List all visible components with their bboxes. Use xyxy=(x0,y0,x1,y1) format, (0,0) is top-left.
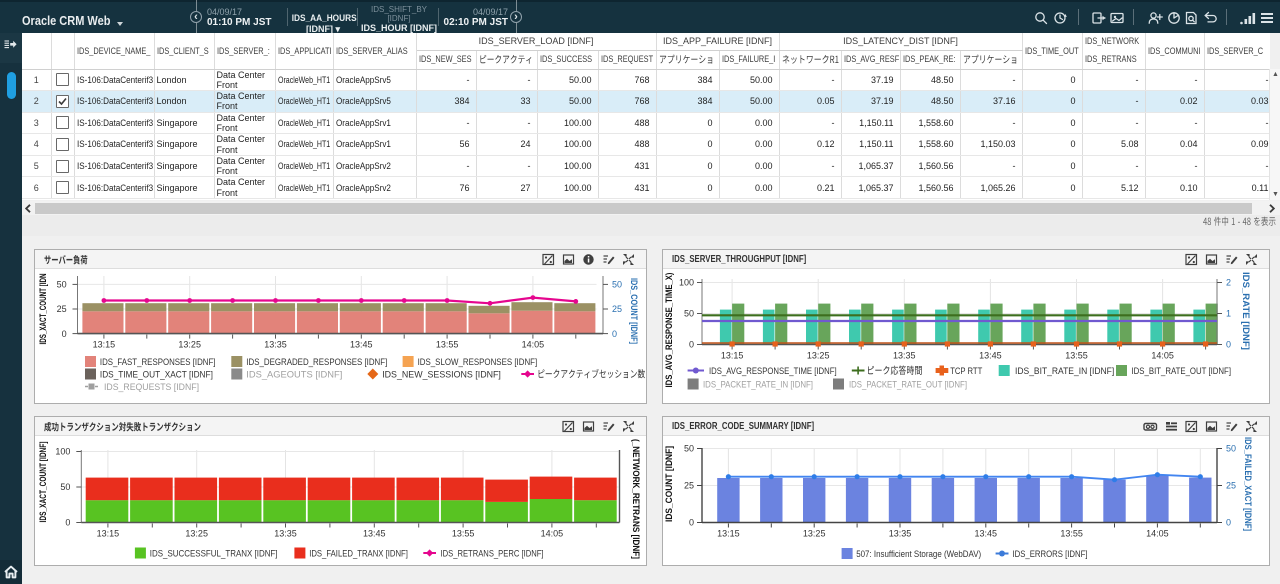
svg-text:13:55: 13:55 xyxy=(436,340,459,350)
svg-text:IDS_RATE [IDNF]: IDS_RATE [IDNF] xyxy=(1240,272,1251,350)
svg-text:14:05: 14:05 xyxy=(1146,529,1169,539)
svg-text:0: 0 xyxy=(1226,518,1231,528)
svg-text:13:45: 13:45 xyxy=(975,529,998,539)
svg-text:IDS_AVG_RESPONSE_TIME_X): IDS_AVG_RESPONSE_TIME_X) xyxy=(664,273,675,388)
svg-text:13:35: 13:35 xyxy=(893,351,916,361)
svg-text:IDS_RETRANS_PERC [IDNF]: IDS_RETRANS_PERC [IDNF] xyxy=(441,549,544,560)
svg-text:13:45: 13:45 xyxy=(363,529,386,539)
svg-text:13:25: 13:25 xyxy=(807,351,830,361)
svg-text:13:35: 13:35 xyxy=(264,340,287,350)
svg-text:IDS_DEGRADED_RESPONSES [IDNF]: IDS_DEGRADED_RESPONSES [IDNF] xyxy=(246,357,387,368)
svg-text:IDS_XACT_COUNT [IDN: IDS_XACT_COUNT [IDN xyxy=(38,273,49,344)
svg-text:IDS_TIME_OUT_XACT [IDNF]: IDS_TIME_OUT_XACT [IDNF] xyxy=(100,370,213,381)
svg-text:50: 50 xyxy=(57,280,67,290)
svg-text:IDS_AVG_RESPONSE_TIME [IDNF]: IDS_AVG_RESPONSE_TIME [IDNF] xyxy=(709,366,837,377)
svg-text:IDS_COUNT [IDNF]: IDS_COUNT [IDNF] xyxy=(628,278,639,344)
svg-text:IDS_FAST_RESPONSES [IDNF]: IDS_FAST_RESPONSES [IDNF] xyxy=(100,357,216,368)
svg-text:100: 100 xyxy=(55,447,70,457)
svg-text:13:15: 13:15 xyxy=(97,529,120,539)
svg-text:13:35: 13:35 xyxy=(889,529,912,539)
svg-text:100: 100 xyxy=(679,278,694,288)
svg-text:IDS_PACKET_RATE_OUT [IDNF]: IDS_PACKET_RATE_OUT [IDNF] xyxy=(849,380,967,391)
svg-text:0: 0 xyxy=(1226,340,1231,350)
svg-text:13:35: 13:35 xyxy=(274,529,297,539)
svg-text:13:45: 13:45 xyxy=(350,340,373,350)
svg-text:25: 25 xyxy=(57,304,67,314)
svg-text:13:55: 13:55 xyxy=(1060,529,1083,539)
svg-text:25: 25 xyxy=(612,304,622,314)
svg-text:IDS_NEW_SESSIONS [IDNF]: IDS_NEW_SESSIONS [IDNF] xyxy=(382,370,501,381)
svg-text:IDS_AGEOUTS [IDNF]: IDS_AGEOUTS [IDNF] xyxy=(246,370,342,381)
svg-text:50: 50 xyxy=(684,309,694,319)
svg-text:507: Insufficient Storage (Web: 507: Insufficient Storage (WebDAV) xyxy=(856,549,981,560)
svg-text:IDS_PACKET_RATE_IN [IDNF]: IDS_PACKET_RATE_IN [IDNF] xyxy=(703,380,813,391)
svg-text:13:55: 13:55 xyxy=(1065,351,1088,361)
svg-text:(_NETWORK_RETRANS [IDNF]: (_NETWORK_RETRANS [IDNF] xyxy=(630,439,641,559)
svg-text:13:15: 13:15 xyxy=(93,340,116,350)
svg-text:IDS_BIT_RATE_OUT [IDNF]: IDS_BIT_RATE_OUT [IDNF] xyxy=(1132,366,1232,377)
svg-text:1: 1 xyxy=(1226,309,1231,319)
svg-text:IDS_REQUESTS [IDNF]: IDS_REQUESTS [IDNF] xyxy=(104,382,199,393)
svg-text:13:15: 13:15 xyxy=(717,529,740,539)
svg-text:14:05: 14:05 xyxy=(1151,351,1174,361)
svg-text:IDS_SLOW_RESPONSES [IDNF]: IDS_SLOW_RESPONSES [IDNF] xyxy=(418,357,538,368)
svg-text:14:05: 14:05 xyxy=(522,340,545,350)
svg-text:0: 0 xyxy=(65,518,70,528)
svg-text:0: 0 xyxy=(62,329,67,339)
svg-text:IDS_BIT_RATE_IN [IDNF]: IDS_BIT_RATE_IN [IDNF] xyxy=(1015,366,1114,377)
svg-text:13:25: 13:25 xyxy=(185,529,208,539)
svg-text:IDS_XACT_COUNT [IDNF]: IDS_XACT_COUNT [IDNF] xyxy=(38,442,49,523)
svg-text:25: 25 xyxy=(684,481,694,491)
svg-text:0: 0 xyxy=(689,340,694,350)
svg-text:IDS_SUCCESSFUL_TRANX [IDNF]: IDS_SUCCESSFUL_TRANX [IDNF] xyxy=(150,549,278,560)
svg-text:IDS_ERRORS [IDNF]: IDS_ERRORS [IDNF] xyxy=(1013,549,1088,560)
svg-text:TCP RTT: TCP RTT xyxy=(950,366,982,377)
svg-text:13:15: 13:15 xyxy=(721,351,744,361)
svg-text:50: 50 xyxy=(1226,444,1236,454)
svg-text:0: 0 xyxy=(612,329,617,339)
svg-text:13:25: 13:25 xyxy=(803,529,826,539)
svg-text:2: 2 xyxy=(1226,278,1231,288)
svg-text:13:55: 13:55 xyxy=(452,529,475,539)
svg-text:14:05: 14:05 xyxy=(541,529,564,539)
svg-text:13:25: 13:25 xyxy=(178,340,201,350)
svg-text:IDS_FAILED_TRANX [IDNF]: IDS_FAILED_TRANX [IDNF] xyxy=(309,549,408,560)
svg-text:25: 25 xyxy=(1226,481,1236,491)
svg-text:50: 50 xyxy=(60,482,70,492)
svg-text:0: 0 xyxy=(689,518,694,528)
svg-text:50: 50 xyxy=(612,280,622,290)
svg-text:IDS_COUNT [IDNF]: IDS_COUNT [IDNF] xyxy=(664,446,675,522)
svg-text:IDS_FAILED_XACT [IDNF]: IDS_FAILED_XACT [IDNF] xyxy=(1242,437,1253,531)
svg-text:13:45: 13:45 xyxy=(979,351,1002,361)
svg-text:50: 50 xyxy=(684,444,694,454)
